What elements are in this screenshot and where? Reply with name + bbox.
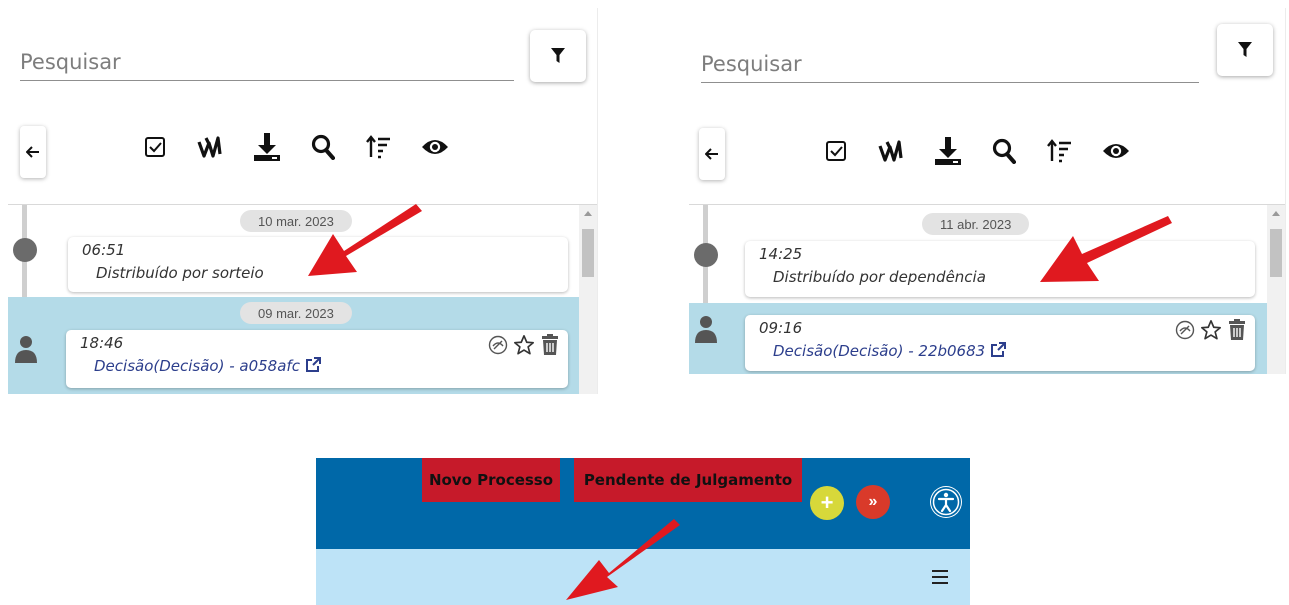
event-dot [13, 238, 37, 262]
timeline-panel-1: 10 mar. 2023 06:51 Distribuído por sorte… [8, 8, 598, 394]
tag-pendente-julgamento[interactable]: Pendente de Julgamento [574, 458, 802, 502]
tag-novo-processo[interactable]: Novo Processo [422, 458, 560, 502]
scrollbar[interactable] [1267, 205, 1285, 374]
person-icon [695, 316, 717, 343]
event-time: 09:16 [759, 319, 803, 337]
timeline[interactable]: 10 mar. 2023 06:51 Distribuído por sorte… [8, 205, 597, 394]
scroll-up-arrow[interactable] [1272, 211, 1280, 216]
trash-icon[interactable] [1227, 319, 1247, 341]
trash-icon[interactable] [540, 334, 560, 356]
eye-icon[interactable] [1097, 136, 1135, 166]
subheader-bar [316, 549, 970, 605]
document-link[interactable]: Decisão(Decisão) - a058afc [94, 357, 321, 375]
back-button[interactable] [699, 128, 725, 180]
person-icon [15, 336, 37, 363]
external-link-icon [990, 342, 1006, 357]
app-header: Novo Processo Pendente de Julgamento + » [316, 458, 970, 605]
checkbox-icon[interactable] [817, 136, 855, 166]
date-label: 11 abr. 2023 [922, 213, 1030, 235]
event-card[interactable]: 06:51 Distribuído por sorteio [68, 237, 568, 292]
event-time: 18:46 [80, 334, 124, 352]
back-button[interactable] [20, 126, 46, 178]
search-input[interactable] [20, 50, 514, 81]
download-icon[interactable] [248, 132, 286, 162]
timeline-panel-2: 11 abr. 2023 14:25 Distribuído por depen… [689, 8, 1286, 374]
star-icon[interactable] [513, 334, 535, 356]
star-icon[interactable] [1200, 319, 1222, 341]
signature-icon[interactable] [192, 132, 230, 162]
add-button[interactable]: + [810, 486, 844, 520]
scrollbar[interactable] [579, 205, 597, 394]
scroll-thumb[interactable] [1270, 229, 1282, 277]
search-icon[interactable] [985, 136, 1023, 166]
arrow-left-icon [705, 148, 718, 160]
signature-icon[interactable] [873, 136, 911, 166]
search-input[interactable] [701, 52, 1199, 83]
event-card[interactable]: 09:16 Decisão(Decisão) - 22b0683 [745, 315, 1255, 371]
event-time: 14:25 [759, 245, 803, 263]
date-label: 09 mar. 2023 [240, 302, 352, 324]
card-actions [488, 334, 560, 356]
arrow-left-icon [26, 146, 39, 158]
download-icon[interactable] [929, 136, 967, 166]
event-time: 06:51 [82, 241, 126, 259]
visibility-toggle-icon[interactable] [1175, 320, 1195, 340]
event-dot [694, 243, 718, 267]
event-description: Decisão(Decisão) - a058afc [94, 357, 300, 375]
eye-icon[interactable] [416, 132, 454, 162]
scroll-thumb[interactable] [582, 229, 594, 277]
filter-button[interactable] [530, 30, 586, 82]
checkbox-icon[interactable] [136, 132, 174, 162]
document-link[interactable]: Decisão(Decisão) - 22b0683 [773, 342, 1006, 360]
scroll-up-arrow[interactable] [584, 211, 592, 216]
forward-button[interactable]: » [856, 485, 890, 519]
filter-icon [551, 48, 565, 63]
accessibility-button[interactable] [930, 486, 962, 518]
filter-icon [1238, 42, 1252, 57]
search-icon[interactable] [304, 132, 342, 162]
menu-icon[interactable] [930, 568, 952, 586]
sort-icon[interactable] [360, 132, 398, 162]
visibility-toggle-icon[interactable] [488, 335, 508, 355]
event-description: Decisão(Decisão) - 22b0683 [773, 342, 986, 360]
timeline[interactable]: 11 abr. 2023 14:25 Distribuído por depen… [689, 205, 1285, 374]
toolbar [817, 136, 1135, 166]
toolbar [136, 132, 454, 162]
external-link-icon [305, 357, 321, 372]
card-actions [1175, 319, 1247, 341]
filter-button[interactable] [1217, 24, 1273, 76]
date-label: 10 mar. 2023 [240, 210, 352, 232]
accessibility-icon [931, 487, 961, 517]
sort-icon[interactable] [1041, 136, 1079, 166]
event-card[interactable]: 18:46 Decisão(Decisão) - a058afc [66, 330, 568, 388]
event-card[interactable]: 14:25 Distribuído por dependência [745, 241, 1255, 297]
event-description: Distribuído por dependência [773, 268, 986, 286]
event-description: Distribuído por sorteio [96, 264, 264, 282]
